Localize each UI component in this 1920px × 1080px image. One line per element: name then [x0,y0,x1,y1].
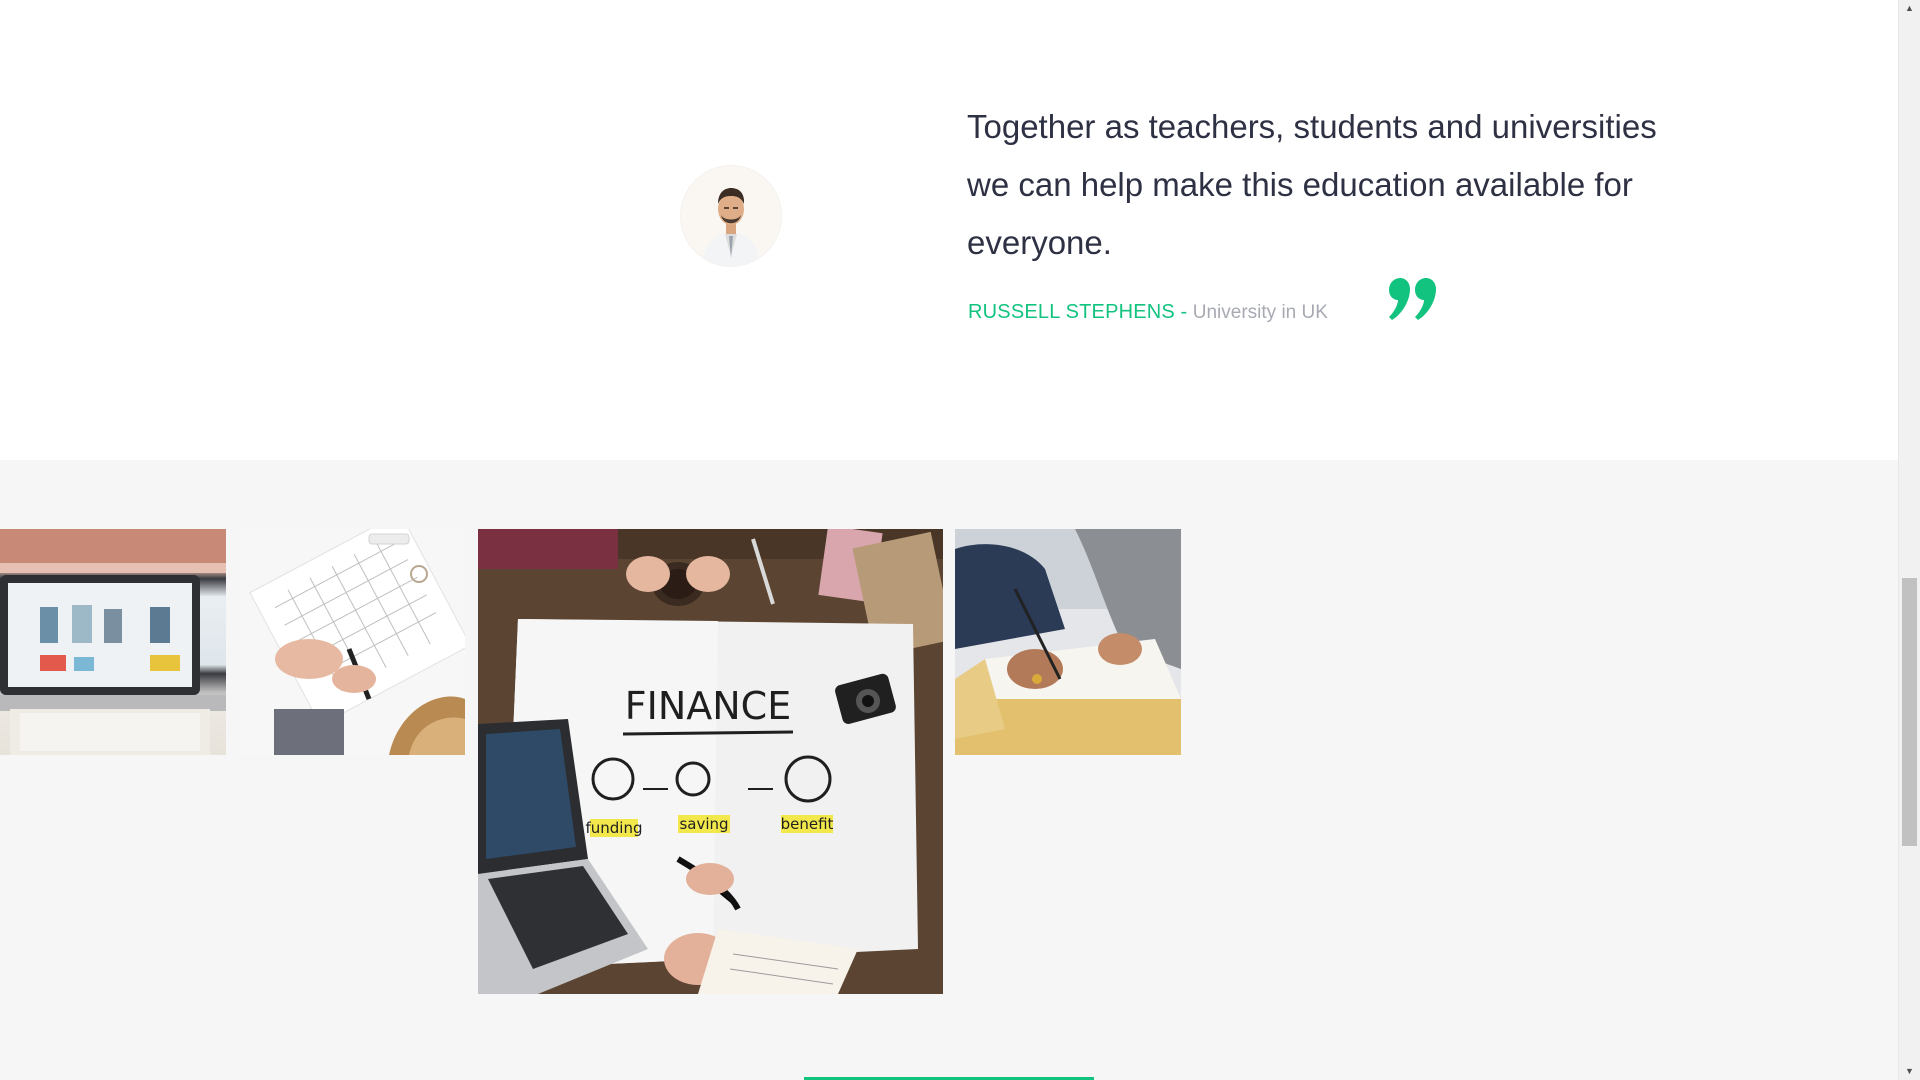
page-scrollbar[interactable]: ▲ ▼ [1898,0,1920,1080]
author-avatar [681,166,781,266]
notebook-planner-image [239,529,465,755]
closing-quote-icon [1389,278,1436,320]
scrollbar-thumb[interactable] [1902,578,1917,846]
svg-text:saving: saving [679,815,728,833]
notebook-planner-photo[interactable] [239,529,465,755]
page: Together as teachers, students and unive… [0,0,1920,1080]
avatar-portrait-icon [681,166,781,266]
scroll-down-arrow-icon[interactable]: ▼ [1899,1063,1920,1080]
svg-text:FINANCE: FINANCE [625,684,791,728]
finance-planning-image: FINANCE funding saving benefit [478,529,943,994]
laptop-shopping-photo[interactable] [0,529,226,755]
document-signing-photo[interactable] [955,529,1181,755]
scroll-up-arrow-icon[interactable]: ▲ [1899,0,1920,17]
testimonial-section: Together as teachers, students and unive… [0,0,1899,460]
author-role: University in UK [1192,302,1328,323]
image-gallery: FINANCE funding saving benefit [0,460,1899,1080]
svg-text:funding: funding [585,819,642,837]
author-name: RUSSELL STEPHENS [968,301,1175,323]
laptop-shopping-image [0,529,226,755]
document-signing-image [955,529,1181,755]
testimonial-author: RUSSELL STEPHENS - University in UK [968,298,1328,327]
svg-text:benefit: benefit [781,815,834,833]
finance-planning-photo[interactable]: FINANCE funding saving benefit [478,529,943,994]
testimonial-quote: Together as teachers, students and unive… [967,108,1657,261]
author-separator: - [1174,301,1193,323]
